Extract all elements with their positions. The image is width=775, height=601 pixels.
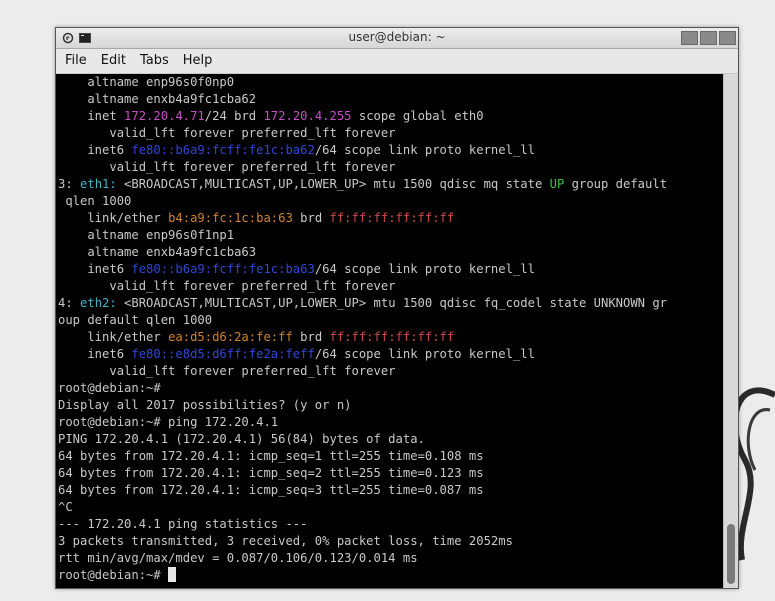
terminal-text-segment: root@debian:~# bbox=[58, 381, 161, 395]
window-title: user@debian: ~ bbox=[348, 30, 446, 44]
terminal-text-segment: oup default qlen 1000 bbox=[58, 313, 213, 327]
terminal-line: valid_lft forever preferred_lft forever bbox=[58, 159, 667, 176]
terminal-text-segment: /64 scope link proto kernel_ll bbox=[314, 262, 535, 276]
terminal-text-segment: rtt min/avg/max/mdev = 0.087/0.106/0.123… bbox=[58, 551, 418, 565]
terminal-text-segment: 4: bbox=[58, 296, 81, 310]
scrollbar-thumb[interactable] bbox=[727, 524, 735, 584]
terminal-text-segment: /24 brd bbox=[204, 109, 264, 123]
terminal-text-segment: ^C bbox=[58, 500, 73, 514]
terminal-line: 3 packets transmitted, 3 received, 0% pa… bbox=[58, 533, 667, 550]
terminal-line: Display all 2017 possibilities? (y or n) bbox=[58, 397, 667, 414]
terminal-text-segment: scope global eth0 bbox=[351, 109, 484, 123]
terminal-line: 64 bytes from 172.20.4.1: icmp_seq=2 ttl… bbox=[58, 465, 667, 482]
terminal-text-segment: 3 packets transmitted, 3 received, 0% pa… bbox=[58, 534, 513, 548]
terminal-text-segment: b4:a9:fc:1c:ba:63 bbox=[168, 211, 293, 225]
terminal-line: altname enp96s0f0np0 bbox=[58, 74, 667, 91]
terminal-line: altname enxb4a9fc1cba63 bbox=[58, 244, 667, 261]
terminal-text-segment: ff:ff:ff:ff:ff:ff bbox=[329, 330, 455, 344]
terminal-text-segment: root@debian:~# ping 172.20.4.1 bbox=[58, 415, 279, 429]
terminal-line: rtt min/avg/max/mdev = 0.087/0.106/0.123… bbox=[58, 550, 667, 567]
terminal-text-segment: brd bbox=[292, 211, 330, 225]
terminal-text-segment: 64 bytes from 172.20.4.1: icmp_seq=2 ttl… bbox=[58, 466, 484, 480]
terminal-text-segment: ff:ff:ff:ff:ff:ff bbox=[329, 211, 455, 225]
terminal-line: valid_lft forever preferred_lft forever bbox=[58, 363, 667, 380]
menu-tabs[interactable]: Tabs bbox=[133, 49, 176, 73]
terminal-line: --- 172.20.4.1 ping statistics --- bbox=[58, 516, 667, 533]
terminal-line: PING 172.20.4.1 (172.20.4.1) 56(84) byte… bbox=[58, 431, 667, 448]
terminal-text-segment: 172.20.4.71 bbox=[124, 109, 205, 123]
terminal-text-segment: valid_lft forever preferred_lft forever bbox=[58, 126, 396, 140]
terminal-text-segment: fe80::b6a9:fcff:fe1c:ba63 bbox=[131, 262, 315, 276]
terminal-line: link/ether b4:a9:fc:1c:ba:63 brd ff:ff:f… bbox=[58, 210, 667, 227]
terminal-line: root@debian:~# ping 172.20.4.1 bbox=[58, 414, 667, 431]
title-bar[interactable]: user@debian: ~ bbox=[56, 28, 738, 49]
terminal-text-segment: 172.20.4.255 bbox=[263, 109, 352, 123]
terminal-line: 4: eth2: <BROADCAST,MULTICAST,UP,LOWER_U… bbox=[58, 295, 667, 312]
terminal-line: inet 172.20.4.71/24 brd 172.20.4.255 sco… bbox=[58, 108, 667, 125]
terminal-line: root@debian:~# bbox=[58, 567, 667, 584]
terminal-text-segment: altname enxb4a9fc1cba63 bbox=[58, 245, 257, 259]
vertical-scrollbar[interactable] bbox=[723, 74, 738, 588]
terminal-text-segment: link/ether bbox=[58, 211, 169, 225]
terminal-window: user@debian: ~ File Edit Tabs Help altna… bbox=[55, 27, 739, 589]
terminal-text-segment: /64 scope link proto kernel_ll bbox=[314, 347, 535, 361]
terminal-line: altname enp96s0f1np1 bbox=[58, 227, 667, 244]
terminal-line: inet6 fe80::b6a9:fcff:fe1c:ba63/64 scope… bbox=[58, 261, 667, 278]
terminal-text-segment: eth2: bbox=[80, 296, 117, 310]
terminal-line: oup default qlen 1000 bbox=[58, 312, 667, 329]
terminal-line: altname enxb4a9fc1cba62 bbox=[58, 91, 667, 108]
terminal-text-segment: altname enp96s0f1np1 bbox=[58, 228, 235, 242]
terminal-text-segment: Display all 2017 possibilities? (y or n) bbox=[58, 398, 352, 412]
menu-bar: File Edit Tabs Help bbox=[56, 49, 738, 74]
terminal-text-segment: qlen 1000 bbox=[58, 194, 132, 208]
terminal-text-segment: 64 bytes from 172.20.4.1: icmp_seq=1 ttl… bbox=[58, 449, 484, 463]
terminal-text-segment: inet6 bbox=[58, 262, 132, 276]
maximize-button[interactable] bbox=[700, 31, 717, 45]
terminal-text-segment: inet bbox=[58, 109, 125, 123]
terminal-line: link/ether ea:d5:d6:2a:fe:ff brd ff:ff:f… bbox=[58, 329, 667, 346]
terminal-text-segment: --- 172.20.4.1 ping statistics --- bbox=[58, 517, 308, 531]
terminal-line: inet6 fe80::b6a9:fcff:fe1c:ba62/64 scope… bbox=[58, 142, 667, 159]
terminal-text-segment: eth1: bbox=[80, 177, 117, 191]
terminal-text-segment: 64 bytes from 172.20.4.1: icmp_seq=3 ttl… bbox=[58, 483, 484, 497]
menu-file[interactable]: File bbox=[56, 49, 94, 73]
terminal-text-segment: group default bbox=[564, 177, 668, 191]
terminal-text-segment: link/ether bbox=[58, 330, 169, 344]
terminal-text-segment: ea:d5:d6:2a:fe:ff bbox=[168, 330, 293, 344]
terminal-line: root@debian:~# bbox=[58, 380, 667, 397]
menu-help[interactable]: Help bbox=[176, 49, 220, 73]
terminal-line: 64 bytes from 172.20.4.1: icmp_seq=3 ttl… bbox=[58, 482, 667, 499]
terminal-text-segment: valid_lft forever preferred_lft forever bbox=[58, 364, 396, 378]
terminal-line: valid_lft forever preferred_lft forever bbox=[58, 278, 667, 295]
terminal-text-segment: PING 172.20.4.1 (172.20.4.1) 56(84) byte… bbox=[58, 432, 425, 446]
terminal-text-segment: altname enxb4a9fc1cba62 bbox=[58, 92, 257, 106]
terminal-text-segment: UP bbox=[549, 177, 565, 191]
terminal-text-segment: inet6 bbox=[58, 347, 132, 361]
terminal-text-segment: root@debian:~# bbox=[58, 568, 169, 582]
terminal-output[interactable]: altname enp96s0f0np0 altname enxb4a9fc1c… bbox=[56, 74, 724, 588]
terminal-line: valid_lft forever preferred_lft forever bbox=[58, 125, 667, 142]
terminal-text-segment: /64 scope link proto kernel_ll bbox=[314, 143, 535, 157]
menu-edit[interactable]: Edit bbox=[94, 49, 133, 73]
terminal-line: qlen 1000 bbox=[58, 193, 667, 210]
terminal-line: 3: eth1: <BROADCAST,MULTICAST,UP,LOWER_U… bbox=[58, 176, 667, 193]
terminal-text-segment: <BROADCAST,MULTICAST,UP,LOWER_UP> mtu 15… bbox=[116, 296, 668, 310]
close-button[interactable] bbox=[719, 31, 736, 45]
terminal-text-segment: altname enp96s0f0np0 bbox=[58, 75, 235, 89]
terminal-text-segment: <BROADCAST,MULTICAST,UP,LOWER_UP> mtu 15… bbox=[116, 177, 550, 191]
terminal-text-segment: inet6 bbox=[58, 143, 132, 157]
terminal-text-segment: fe80::e8d5:d6ff:fe2a:feff bbox=[131, 347, 315, 361]
terminal-line: 64 bytes from 172.20.4.1: icmp_seq=1 ttl… bbox=[58, 448, 667, 465]
terminal-text-segment: fe80::b6a9:fcff:fe1c:ba62 bbox=[131, 143, 315, 157]
minimize-button[interactable] bbox=[681, 31, 698, 45]
desktop: user@debian: ~ File Edit Tabs Help altna… bbox=[0, 0, 775, 601]
terminal-text-segment: valid_lft forever preferred_lft forever bbox=[58, 279, 396, 293]
terminal-line: inet6 fe80::e8d5:d6ff:fe2a:feff/64 scope… bbox=[58, 346, 667, 363]
terminal-text-segment: brd bbox=[292, 330, 330, 344]
terminal-line: ^C bbox=[58, 499, 667, 516]
terminal-text-segment: 3: bbox=[58, 177, 81, 191]
text-cursor bbox=[168, 567, 177, 582]
terminal-text-segment: valid_lft forever preferred_lft forever bbox=[58, 160, 396, 174]
